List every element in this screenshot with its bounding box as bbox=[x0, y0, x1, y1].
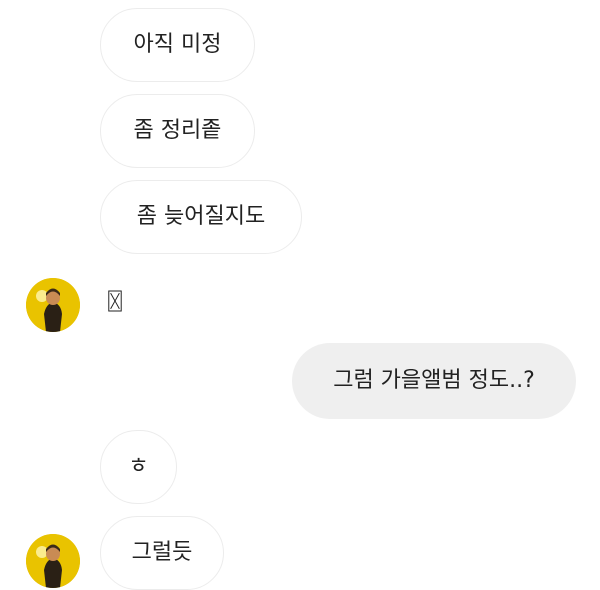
sender-avatar[interactable] bbox=[26, 534, 80, 588]
message-text: 좀 늦어질지도 bbox=[136, 204, 266, 229]
message-text: ㅎ bbox=[128, 454, 149, 479]
incoming-message[interactable]: 좀 늦어질지도 bbox=[100, 180, 302, 254]
missing-emoji-glyph[interactable]: 〿 bbox=[102, 288, 128, 318]
incoming-message[interactable]: 좀 정리좉 bbox=[100, 94, 255, 168]
message-text: 그럼 가을앨범 정도..? bbox=[333, 368, 535, 393]
incoming-message[interactable]: 아직 미정 bbox=[100, 8, 255, 82]
sender-avatar[interactable] bbox=[26, 278, 80, 332]
incoming-message[interactable]: ㅎ bbox=[100, 430, 177, 504]
message-text: 아직 미정 bbox=[133, 32, 222, 57]
avatar-icon bbox=[26, 278, 80, 332]
message-text: 좀 정리좉 bbox=[133, 118, 222, 143]
incoming-message[interactable]: 그럴듯 bbox=[100, 516, 224, 590]
outgoing-message[interactable]: 그럼 가을앨범 정도..? bbox=[292, 343, 576, 419]
chat-thread: 아직 미정 좀 정리좉 좀 늦어질지도 〿 그럼 가을앨범 정도..? ㅎ 그럴 bbox=[0, 0, 600, 590]
message-text: 그럴듯 bbox=[131, 540, 193, 565]
avatar-icon bbox=[26, 534, 80, 588]
